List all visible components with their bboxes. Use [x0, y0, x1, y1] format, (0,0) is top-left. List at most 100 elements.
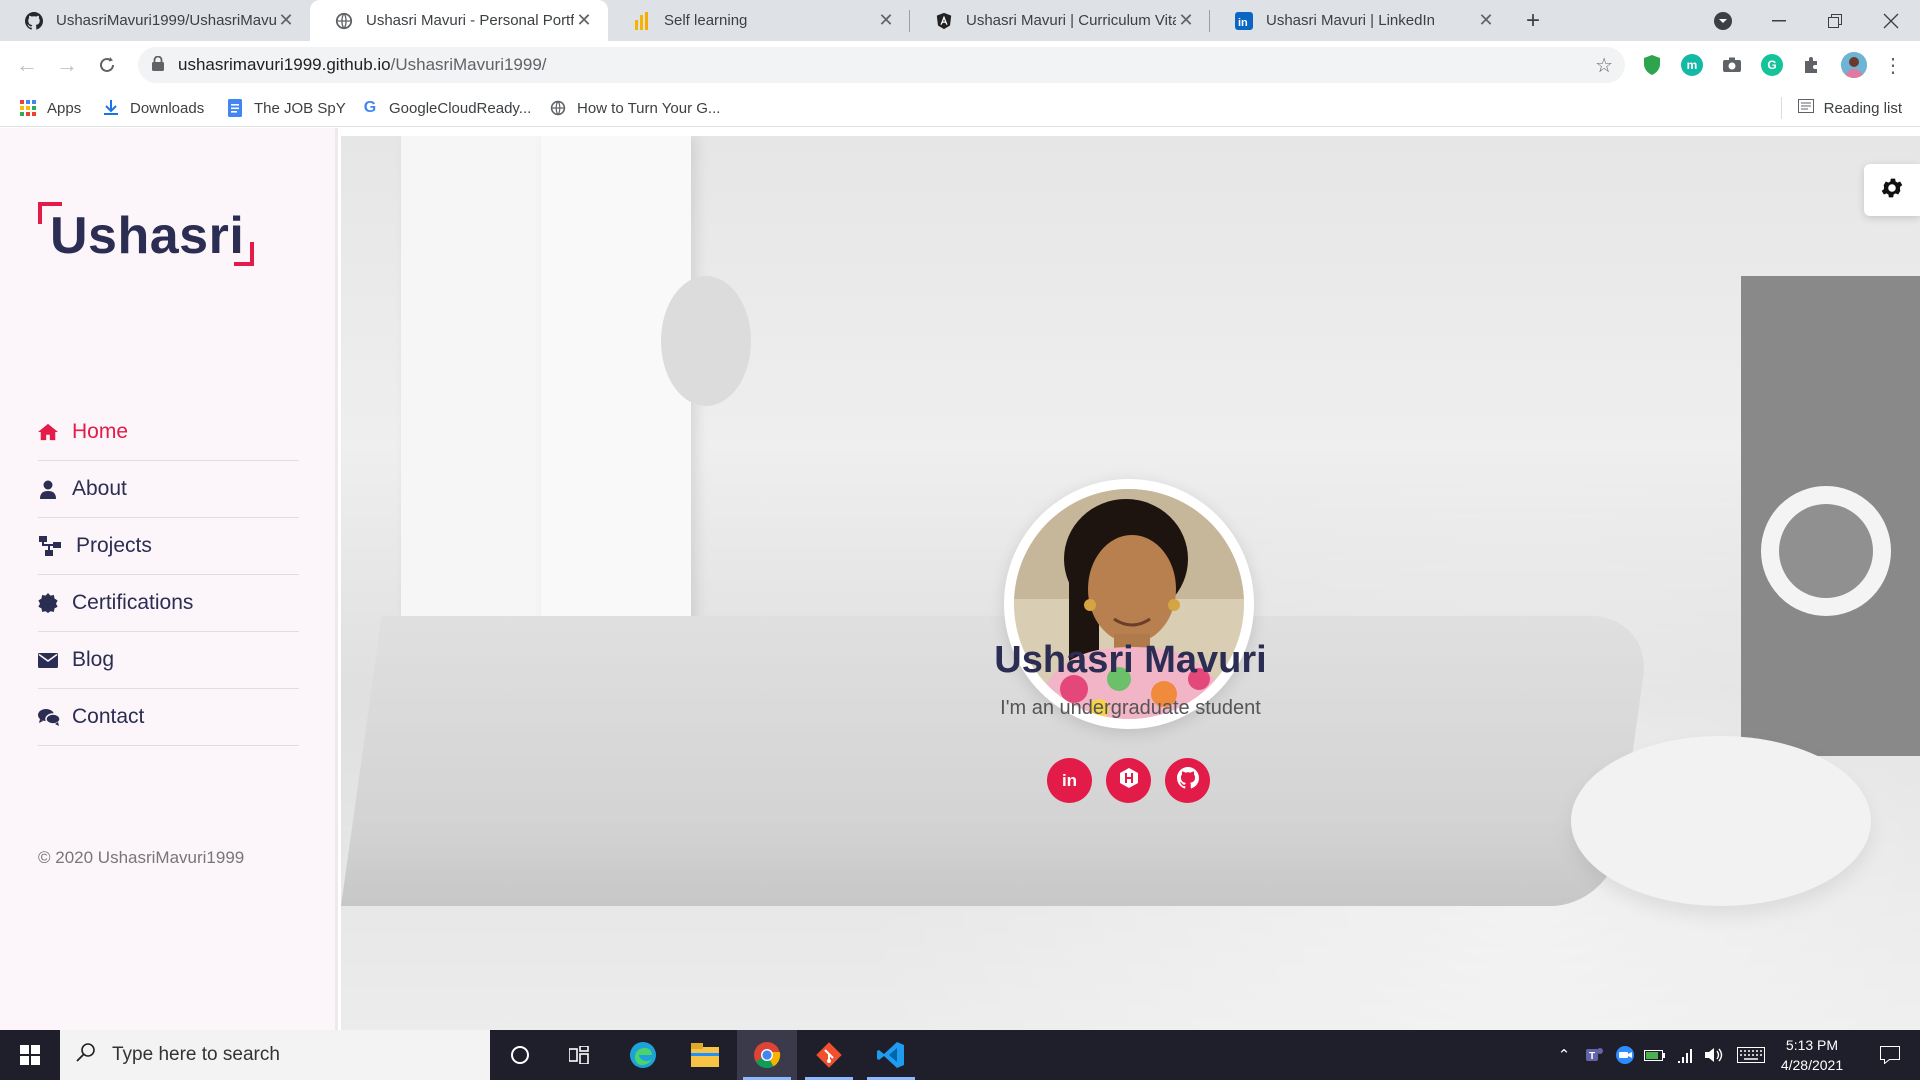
apps-grid-icon — [19, 99, 37, 117]
logo-bracket — [234, 242, 254, 266]
close-icon[interactable]: ✕ — [876, 10, 896, 31]
hackerrank-link[interactable] — [1106, 758, 1151, 803]
m-extension-icon[interactable]: m — [1681, 54, 1703, 76]
reading-list-icon — [1797, 99, 1814, 117]
more-menu-icon[interactable]: ⋮ — [1877, 49, 1909, 81]
github-link[interactable] — [1165, 758, 1210, 803]
keyboard-icon[interactable] — [1734, 1030, 1768, 1080]
nav-item-about[interactable]: About — [38, 461, 299, 518]
divider — [1780, 97, 1782, 119]
battery-icon[interactable] — [1641, 1030, 1669, 1080]
linkedin-link[interactable]: in — [1047, 758, 1092, 803]
reload-icon[interactable] — [91, 49, 123, 81]
new-tab-button[interactable]: + — [1520, 8, 1546, 34]
nav-item-label: Projects — [76, 534, 152, 557]
tab-search-icon[interactable] — [1695, 0, 1751, 41]
meeting-icon[interactable] — [1611, 1030, 1639, 1080]
minimize-icon[interactable] — [1751, 0, 1807, 41]
browser-toolbar: ← → ushasrimavuri1999.github.io/UshasriM… — [0, 41, 1920, 89]
close-icon[interactable]: ✕ — [1176, 10, 1196, 31]
tray-chevron-icon[interactable]: ⌃ — [1552, 1030, 1576, 1080]
search-icon — [60, 1042, 112, 1068]
back-icon[interactable]: ← — [11, 49, 43, 81]
clock-date: 4/28/2021 — [1780, 1057, 1844, 1073]
camera-extension-icon[interactable] — [1721, 54, 1743, 76]
envelope-icon — [38, 650, 58, 670]
git-icon[interactable] — [799, 1030, 859, 1080]
clock-time: 5:13 PM — [1785, 1037, 1839, 1053]
tab-title: Ushasri Mavuri | Curriculum Vitae — [966, 12, 1176, 29]
nav-item-certifications[interactable]: Certifications — [38, 575, 299, 632]
taskbar-clock[interactable]: 5:13 PM 4/28/2021 — [1772, 1035, 1852, 1075]
teams-icon[interactable]: T — [1580, 1030, 1608, 1080]
grammarly-extension-icon[interactable]: G — [1761, 54, 1783, 76]
linkedin-icon: in — [1234, 11, 1254, 31]
bookmarks-bar: Apps Downloads The JOB SpY G GoogleCloud… — [0, 89, 1920, 127]
nav-item-label: Home — [72, 420, 129, 443]
taskbar-search[interactable]: Type here to search — [60, 1030, 490, 1080]
bookmark-label: Downloads — [130, 99, 205, 117]
nav-item-home[interactable]: Home — [38, 404, 299, 461]
notifications-icon[interactable] — [1862, 1030, 1918, 1080]
angular-icon — [934, 11, 954, 31]
bookmark-star-icon[interactable]: ☆ — [1595, 53, 1613, 78]
close-icon[interactable]: ✕ — [276, 10, 296, 31]
cortana-icon[interactable] — [490, 1030, 550, 1080]
nav-item-label: About — [72, 477, 127, 500]
hero-name: Ushasri Mavuri — [994, 639, 1267, 681]
file-explorer-icon[interactable] — [675, 1030, 735, 1080]
volume-icon[interactable] — [1700, 1030, 1728, 1080]
bookmark-downloads[interactable]: Downloads — [102, 97, 204, 119]
close-window-icon[interactable] — [1863, 0, 1919, 41]
bookmark-job-spy[interactable]: The JOB SpY — [226, 97, 346, 119]
svg-text:in: in — [1238, 17, 1248, 29]
windows-start-icon[interactable] — [0, 1030, 60, 1080]
tab-self-learning[interactable]: Self learning ✕ — [608, 0, 910, 41]
nav-item-contact[interactable]: Contact — [38, 689, 299, 746]
url-text: ushasrimavuri1999.github.io/UshasriMavur… — [178, 55, 547, 75]
tab-linkedin[interactable]: in Ushasri Mavuri | LinkedIn ✕ — [1210, 0, 1510, 41]
hackerrank-icon — [1119, 768, 1138, 793]
puzzle-extensions-icon[interactable] — [1801, 54, 1823, 76]
tab-portfolio[interactable]: Ushasri Mavuri - Personal Portfol ✕ — [310, 0, 608, 41]
bookmark-apps[interactable]: Apps — [19, 97, 81, 119]
vscode-icon[interactable] — [861, 1030, 921, 1080]
profile-avatar-icon[interactable] — [1841, 52, 1867, 78]
badge-icon — [38, 593, 58, 613]
taskbar-search-placeholder: Type here to search — [112, 1044, 280, 1065]
edge-icon[interactable] — [613, 1030, 673, 1080]
wifi-icon[interactable] — [1672, 1030, 1700, 1080]
globe-icon — [549, 99, 567, 117]
bookmark-how-to[interactable]: How to Turn Your G... — [549, 97, 720, 119]
restore-icon[interactable] — [1807, 0, 1863, 41]
close-icon[interactable]: ✕ — [574, 10, 594, 31]
shield-extension-icon[interactable] — [1641, 54, 1663, 76]
address-bar[interactable]: ushasrimavuri1999.github.io/UshasriMavur… — [138, 47, 1625, 83]
theme-settings-button[interactable] — [1864, 164, 1920, 216]
copyright-text: © 2020 UshasriMavuri1999 — [38, 848, 245, 867]
site-logo[interactable]: Ushasri — [38, 202, 254, 266]
chrome-icon[interactable] — [737, 1030, 797, 1080]
close-icon[interactable]: ✕ — [1476, 10, 1496, 31]
page-content: Ushasri Home About Projects Certificatio… — [0, 128, 1920, 1030]
reading-list[interactable]: Reading list — [1780, 97, 1902, 119]
tab-strip: UshasriMavuri1999/UshasriMavu ✕ Ushasri … — [0, 0, 1920, 41]
tab-github[interactable]: UshasriMavuri1999/UshasriMavu ✕ — [0, 0, 310, 41]
reading-list-label: Reading list — [1823, 99, 1902, 117]
tab-title: Ushasri Mavuri - Personal Portfol — [366, 12, 574, 29]
task-view-icon[interactable] — [550, 1030, 610, 1080]
gear-icon — [1879, 175, 1905, 206]
chart-icon — [632, 11, 652, 31]
google-icon: G — [363, 99, 377, 116]
github-icon — [24, 11, 44, 31]
bookmark-label: The JOB SpY — [254, 99, 346, 117]
profile-photo — [1004, 479, 1254, 729]
github-icon — [1176, 767, 1199, 794]
tab-title: UshasriMavuri1999/UshasriMavu — [56, 12, 276, 29]
tab-cv[interactable]: Ushasri Mavuri | Curriculum Vitae ✕ — [910, 0, 1210, 41]
nav-item-projects[interactable]: Projects — [38, 518, 299, 575]
nav-item-blog[interactable]: Blog — [38, 632, 299, 689]
forward-icon[interactable]: → — [51, 49, 83, 81]
user-icon — [38, 479, 58, 499]
bookmark-google-cloud[interactable]: G GoogleCloudReady... — [361, 97, 532, 119]
